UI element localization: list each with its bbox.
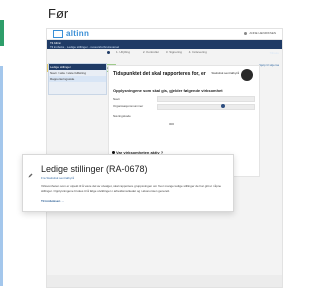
nace-field[interactable]: 000: [169, 122, 174, 126]
breadcrumb[interactable]: Til innboks · Ledige stillinger - ressur…: [50, 45, 119, 49]
to-inbox-link[interactable]: Til innboksen →: [41, 199, 64, 203]
altinn-logo-icon: [53, 29, 63, 38]
field-label-name: Navn: [113, 97, 121, 101]
page-footer: [47, 275, 282, 287]
step-3[interactable]: 3. Signering: [166, 50, 182, 54]
section-title: Opplysningene som skal gis, gjelder følg…: [113, 88, 223, 93]
step-2[interactable]: 2. Kontroller: [143, 50, 159, 54]
active-step-icon: [107, 50, 110, 54]
altinn-logo[interactable]: altinn: [53, 29, 89, 38]
user-icon: [244, 31, 248, 35]
orgnr-field[interactable]: [157, 104, 255, 110]
pencil-icon: [28, 173, 33, 178]
step-indicator: 1. Utfylling 2. Kontroller 3. Signering …: [107, 50, 213, 54]
popup-body: Virksomheten som er utpekt til å være de…: [41, 184, 222, 193]
accent-strip-blue: [0, 66, 3, 286]
form-navigation: Ledige stillinger Navn / side / siste fu…: [48, 63, 107, 95]
back-link[interactable]: Tilbake: [269, 51, 279, 55]
field-label-orgnr: Organisasjonsnummer: [113, 104, 144, 108]
ssb-logo: [241, 69, 253, 81]
form-title: Tidspunktet det skal rapporteres for, er: [113, 71, 206, 77]
logo-text: altinn: [66, 29, 90, 38]
user-name: ANNE HENRIKSEN: [249, 31, 276, 35]
ssb-label: Statistisk sentralbyrå: [211, 71, 239, 75]
field-label-nace: Næringskode: [113, 114, 131, 118]
popup-title: Ledige stillinger (RA-0678): [41, 164, 148, 174]
orgnr-marker: [221, 104, 225, 108]
form-nav-item-selected[interactable]: Rapporteringsside: [49, 76, 106, 82]
help-link[interactable]: Hjelp til skjema: [259, 63, 279, 67]
step-1[interactable]: 1. Utfylling: [107, 50, 136, 54]
tab-row: Utfylle - Sikring av rettighet Vis vedle…: [47, 56, 117, 72]
popup-subtitle[interactable]: Fra Statistisk sentralbyrå: [41, 176, 74, 180]
user-menu[interactable]: ANNE HENRIKSEN: [244, 31, 276, 35]
accent-strip-green: [0, 20, 4, 46]
step-4[interactable]: 4. Innlevering: [189, 50, 207, 54]
form-info-popup: Ledige stillinger (RA-0678) Fra Statisti…: [22, 154, 234, 212]
top-bar: altinn ANNE HENRIKSEN: [47, 29, 282, 40]
page-heading: Før: [48, 6, 69, 21]
nav-bar: Til Altinn Til innboks · Ledige stilling…: [47, 40, 282, 55]
name-field[interactable]: [157, 96, 255, 102]
